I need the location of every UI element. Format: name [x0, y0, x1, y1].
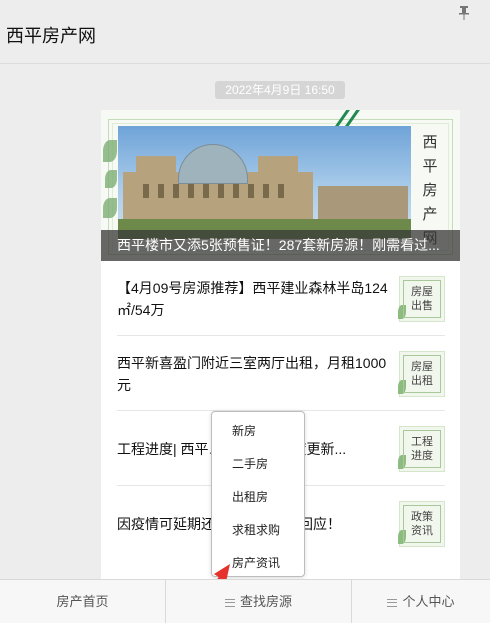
list-item[interactable]: 【4月09号房源推荐】西平建业森林半岛124㎡/54万 房屋出售: [117, 261, 445, 336]
list-item-title: 西平新喜盈门附近三室两厅出租，月租1000元: [117, 354, 387, 393]
title-bar: 西平房产网: [0, 0, 490, 64]
tab-profile-label: 个人中心: [402, 594, 455, 609]
hero-caption[interactable]: 西平楼市又添5张预售证！287套新房源！刚需看过...: [101, 230, 460, 261]
tab-profile[interactable]: 个人中心: [352, 580, 490, 623]
tab-home[interactable]: 房产首页: [0, 580, 165, 623]
thumbnail-label: 房屋出售: [403, 280, 441, 318]
message-timestamp: 2022年4月9日 16:50: [215, 81, 345, 99]
thumbnail-label: 工程进度: [403, 430, 441, 468]
menu-item-rental[interactable]: 出租房: [212, 483, 304, 511]
list-item-thumbnail: 政策资讯: [398, 501, 445, 547]
thumbnail-label: 房屋出租: [403, 355, 441, 393]
bottom-tab-bar: 房产首页 查找房源 个人中心: [0, 579, 490, 623]
menu-item-wanted[interactable]: 求租求购: [212, 516, 304, 544]
menu-icon: [224, 598, 235, 607]
popup-menu: 新房 二手房 出租房 求租求购 房产资讯: [211, 411, 305, 577]
page-title: 西平房产网: [6, 26, 96, 46]
leaf-decoration: [105, 170, 117, 188]
leaf-decoration: [103, 140, 117, 162]
list-item-thumbnail: 房屋出售: [398, 276, 445, 322]
tab-home-label: 房产首页: [56, 594, 109, 609]
thumbnail-label: 政策资讯: [403, 505, 441, 543]
list-item[interactable]: 西平新喜盈门附近三室两厅出租，月租1000元 房屋出租: [117, 336, 445, 411]
list-item-title: 【4月09号房源推荐】西平建业森林半岛124㎡/54万: [117, 279, 388, 318]
tab-find-house[interactable]: 查找房源: [166, 580, 351, 623]
pin-icon[interactable]: [458, 6, 470, 20]
tab-find-house-label: 查找房源: [239, 594, 292, 609]
menu-item-new-house[interactable]: 新房: [212, 417, 304, 445]
list-item-thumbnail: 房屋出租: [398, 351, 445, 397]
leaf-decoration: [103, 198, 117, 218]
hero-article[interactable]: 西平房产网 西平楼市又添5张预售证！287套新房源！刚需看过...: [101, 110, 460, 261]
menu-item-second-hand[interactable]: 二手房: [212, 450, 304, 478]
menu-icon: [387, 598, 398, 607]
list-item-thumbnail: 工程进度: [398, 426, 445, 472]
reichstag-photo: [118, 126, 411, 239]
